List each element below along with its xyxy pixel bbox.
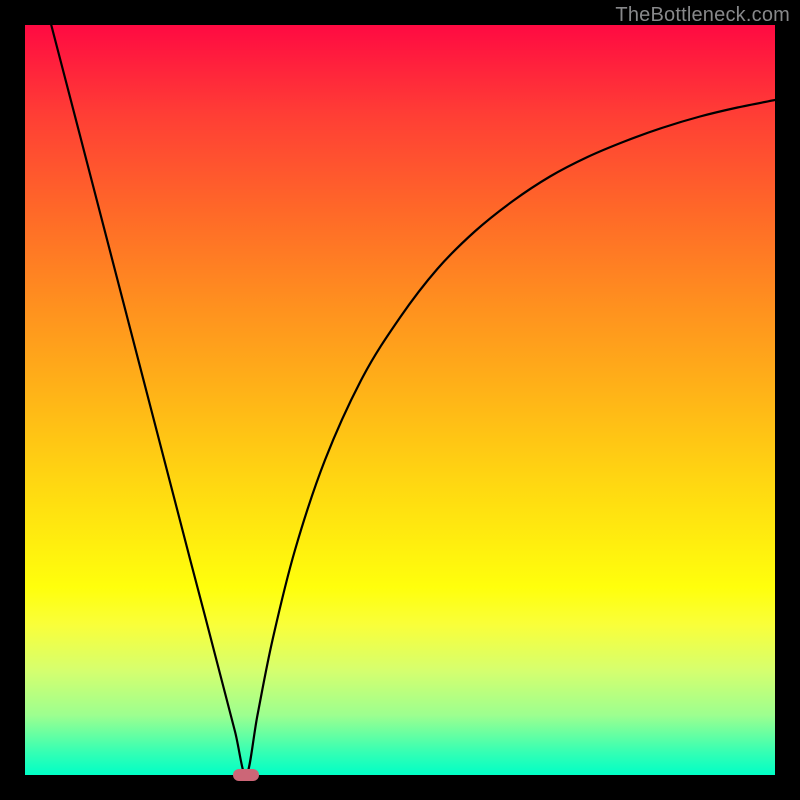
bottleneck-curve [25, 25, 775, 775]
watermark: TheBottleneck.com [615, 4, 790, 27]
plot-area [25, 25, 775, 775]
minimum-marker [233, 769, 259, 781]
chart-frame: TheBottleneck.com [0, 0, 800, 800]
